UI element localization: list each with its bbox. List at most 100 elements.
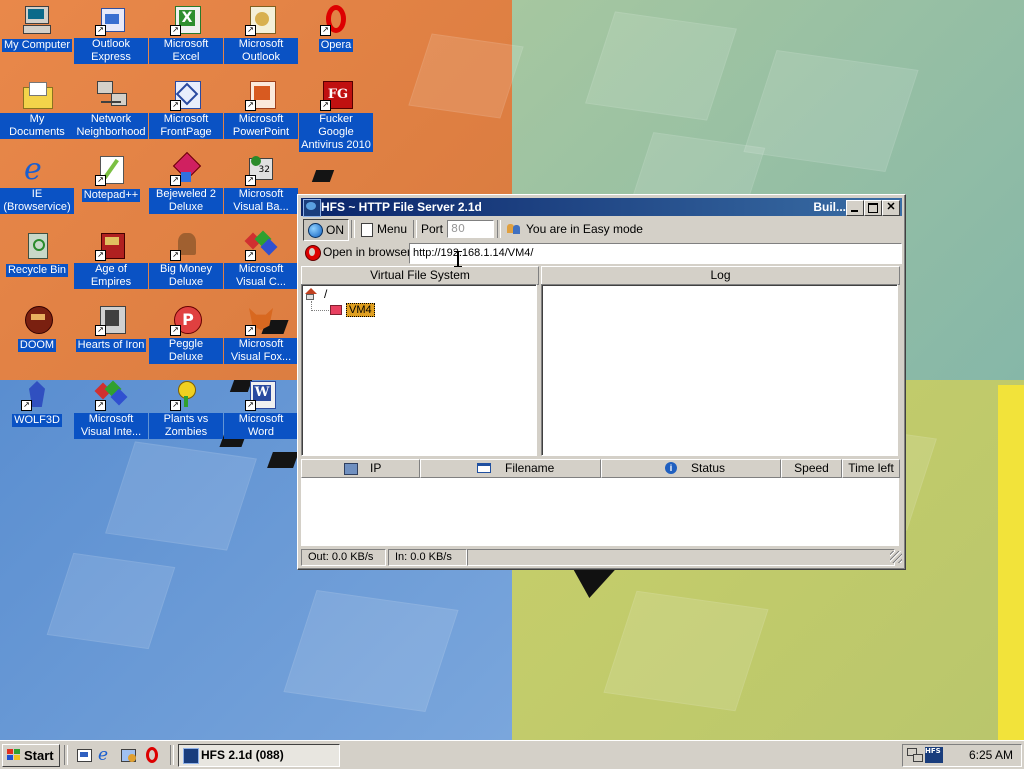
menu-icon (361, 223, 373, 237)
resize-grip-icon[interactable] (890, 551, 902, 563)
desktop-icon-label: Microsoft Word (224, 413, 298, 439)
doom-icon (21, 304, 53, 336)
desktop-icon-label: Opera (318, 39, 354, 52)
outlook-express-icon: ↗ (95, 4, 127, 36)
desktop-icon-doom[interactable]: DOOM (0, 304, 74, 352)
column-ip[interactable]: IP (301, 459, 420, 478)
desktop-icon-label: Microsoft Outlook (224, 38, 298, 64)
vfs-tree-panel[interactable]: / VM4 (301, 284, 537, 456)
desktop-icon-label: Microsoft Visual Ba... (224, 188, 298, 214)
status-bar: Out: 0.0 KB/s In: 0.0 KB/s (301, 549, 902, 566)
in-speed: In: 0.0 KB/s (388, 549, 467, 566)
wolf3d-icon: ↗ (21, 379, 53, 411)
hfs-window[interactable]: HFS ~ HTTP File Server 2.1d Buil... ✕ ON… (297, 194, 906, 570)
desktop-icon-fg-antivirus[interactable]: FG ↗ Fucker Google Antivirus 2010 (299, 79, 373, 152)
column-filename[interactable]: Filename (420, 459, 601, 478)
globe-icon (308, 223, 323, 238)
column-status[interactable]: i Status (601, 459, 781, 478)
on-off-button[interactable]: ON (303, 219, 349, 241)
file-icon (477, 463, 491, 473)
home-icon (304, 288, 317, 300)
desktop-icon-label: Big Money Deluxe (149, 263, 223, 289)
opera-icon[interactable] (144, 747, 160, 763)
big-money-icon: ↗ (170, 229, 202, 261)
desktop-icon-visual-interdev[interactable]: ↗ Microsoft Visual Inte... (74, 379, 148, 439)
desktop-icon-label: Microsoft PowerPoint (224, 113, 298, 139)
toolbar: ON Menu Port 80 You are in Easy mode (301, 218, 902, 241)
desktop-icon-visual-c[interactable]: ↗ Microsoft Visual C... (224, 229, 298, 289)
desktop-icon-powerpoint[interactable]: ↗ Microsoft PowerPoint (224, 79, 298, 139)
desktop-icon-wolf3d[interactable]: ↗ WOLF3D (0, 379, 74, 427)
desktop-icon-outlook[interactable]: ↗ Microsoft Outlook (224, 4, 298, 64)
internet-explorer-icon[interactable]: e (98, 747, 114, 764)
windows-logo-icon (7, 749, 21, 761)
desktop-icon-label: Microsoft Visual C... (224, 263, 298, 289)
menu-button[interactable]: Menu (359, 219, 409, 239)
system-tray: HFS 6:25 AM (902, 744, 1022, 767)
column-speed[interactable]: Speed (781, 459, 842, 478)
start-button[interactable]: Start (2, 744, 60, 767)
peggle-icon: P ↗ (170, 304, 202, 336)
visual-interdev-icon: ↗ (94, 379, 128, 411)
desktop-icon-excel[interactable]: X ↗ Microsoft Excel (149, 4, 223, 64)
log-header: Log (541, 266, 900, 285)
task-button-label: HFS 2.1d (088) (201, 748, 284, 762)
desktop-icon-outlook-express[interactable]: ↗ Outlook Express (74, 4, 148, 64)
column-time-left[interactable]: Time left (842, 459, 900, 478)
hfs-app-icon (183, 748, 199, 764)
desktop-icon-label: Fucker Google Antivirus 2010 (299, 113, 373, 152)
desktop-icon-big-money[interactable]: ↗ Big Money Deluxe (149, 229, 223, 289)
clock[interactable]: 6:25 AM (969, 745, 1013, 766)
age-of-empires-icon: ↗ (95, 229, 127, 261)
folder-icon (21, 79, 53, 111)
desktop-icon-word[interactable]: W ↗ Microsoft Word (224, 379, 298, 439)
desktop-icon-ie[interactable]: e IE (Browservice) (0, 154, 74, 214)
start-label: Start (24, 748, 54, 763)
mode-button[interactable]: You are in Easy mode (505, 219, 643, 239)
hfs-tray-icon[interactable]: HFS (925, 747, 943, 763)
desktop-icon-label: DOOM (17, 339, 57, 352)
desktop-icon-label: Notepad++ (81, 189, 141, 202)
desktop-icon-my-documents[interactable]: My Documents (0, 79, 74, 139)
desktop-icon-frontpage[interactable]: ↗ Microsoft FrontPage (149, 79, 223, 139)
desktop-icon-age-of-empires[interactable]: ↗ Age of Empires (74, 229, 148, 289)
title-bar[interactable]: HFS ~ HTTP File Server 2.1d Buil... ✕ (301, 198, 902, 217)
connections-list[interactable] (301, 478, 899, 546)
desktop-icon-recycle-bin[interactable]: Recycle Bin (0, 229, 74, 277)
maximize-button[interactable] (864, 200, 882, 216)
url-field[interactable]: http://192.168.1.14/VM4/ (409, 243, 902, 264)
excel-icon: X ↗ (170, 4, 202, 36)
desktop-icon-label: Network Neighborhood (74, 113, 148, 139)
internet-explorer-icon: e (24, 152, 42, 187)
channels-icon[interactable] (120, 747, 136, 763)
desktop-icon-bejeweled[interactable]: ↗ Bejeweled 2 Deluxe (149, 151, 223, 214)
network-tray-icon[interactable] (907, 748, 923, 762)
status-empty (467, 549, 895, 566)
desktop-icon-peggle[interactable]: P ↗ Peggle Deluxe (149, 304, 223, 364)
desktop-icon-label: Outlook Express (74, 38, 148, 64)
minimize-button[interactable] (846, 200, 864, 216)
desktop-icon-plants-vs-zombies[interactable]: ↗ Plants vs Zombies (149, 379, 223, 439)
window-title-right: Buil... (813, 200, 846, 214)
port-input[interactable]: 80 (447, 220, 494, 238)
desktop-icon-opera[interactable]: ↗ Opera (299, 4, 373, 52)
desktop-icon-hearts-of-iron[interactable]: ↗ Hearts of Iron (74, 304, 148, 352)
desktop-icon-network[interactable]: Network Neighborhood (74, 79, 148, 139)
out-speed: Out: 0.0 KB/s (301, 549, 386, 566)
bejeweled-icon: ↗ (170, 151, 202, 186)
desktop-icon-label: My Computer (1, 39, 73, 52)
desktop-icon-notepad[interactable]: ↗ Notepad++ (74, 154, 148, 202)
desktop-icon-visual-basic[interactable]: 32 ↗ Microsoft Visual Ba... (224, 154, 298, 214)
outlook-icon: ↗ (245, 4, 277, 36)
open-in-browser-button[interactable]: Open in browser (303, 243, 411, 262)
desktop-icon-visual-foxpro[interactable]: ↗ Microsoft Visual Fox... (224, 304, 298, 364)
task-button-hfs[interactable]: HFS 2.1d (088) (178, 744, 340, 767)
taskbar: Start e HFS 2.1d (088) HFS 6:25 AM (0, 740, 1024, 769)
show-desktop-icon[interactable] (76, 747, 92, 763)
log-panel[interactable] (541, 284, 898, 456)
opera-icon: ↗ (320, 4, 352, 36)
tree-root-label: / (324, 287, 328, 301)
desktop-icon-label: Microsoft Excel (149, 38, 223, 64)
close-button[interactable]: ✕ (882, 200, 900, 216)
desktop-icon-my-computer[interactable]: My Computer (0, 4, 74, 52)
